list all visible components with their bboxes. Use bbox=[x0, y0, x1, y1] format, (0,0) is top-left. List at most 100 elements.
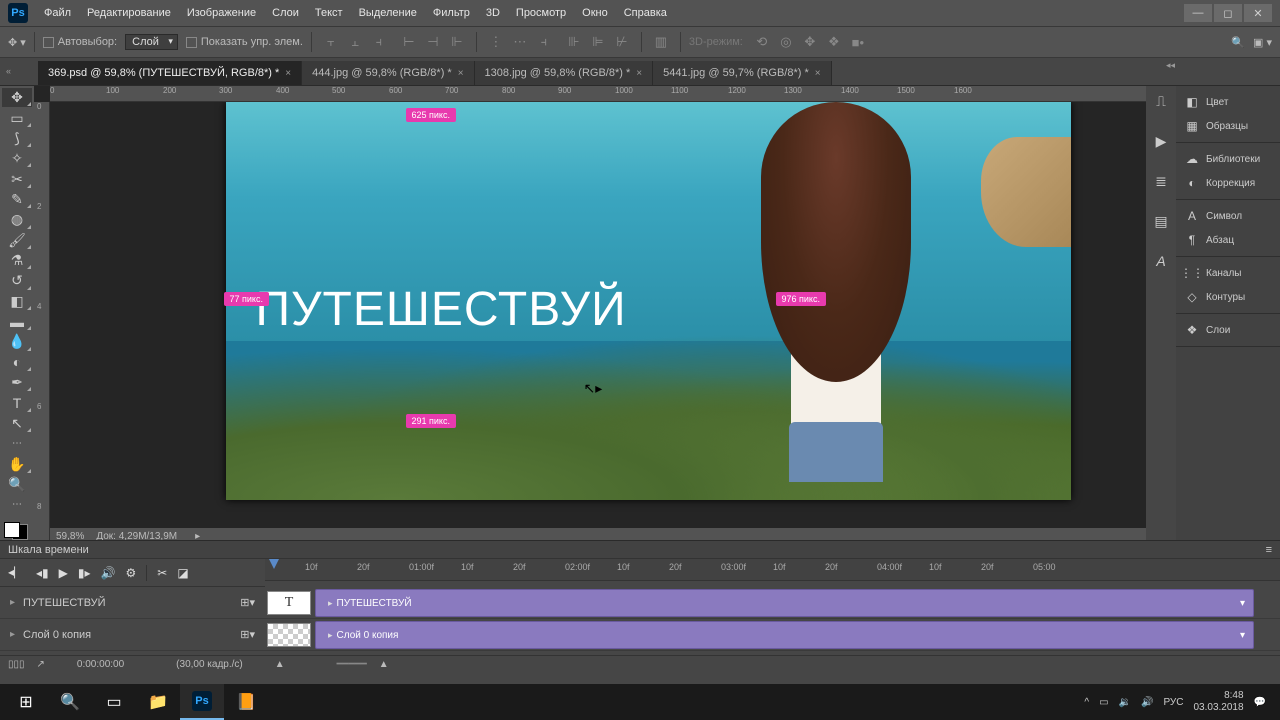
track-options-icon[interactable]: ⊞▾ bbox=[240, 596, 255, 609]
workspace-switcher-icon[interactable]: ▣ ▾ bbox=[1253, 36, 1272, 49]
footer-icon[interactable]: ▯▯▯ bbox=[8, 659, 25, 670]
export-icon[interactable]: ↗ bbox=[37, 659, 45, 670]
align-right-icon[interactable]: ⊩ bbox=[446, 31, 468, 53]
menu-Редактирование[interactable]: Редактирование bbox=[79, 4, 179, 22]
tray-up-icon[interactable]: ^ bbox=[1084, 697, 1089, 708]
document-tab[interactable]: 444.jpg @ 59,8% (RGB/8*) *× bbox=[302, 61, 474, 85]
powerpoint-icon[interactable]: 📙 bbox=[224, 684, 268, 720]
action-center-icon[interactable]: 💬 bbox=[1254, 697, 1266, 708]
styles-icon[interactable]: ▤ bbox=[1150, 210, 1172, 232]
crop-tool[interactable]: ✂ bbox=[2, 169, 32, 188]
mute-button[interactable]: 🔊 bbox=[101, 566, 116, 580]
distribute-6-icon[interactable]: ⊬ bbox=[611, 31, 633, 53]
next-frame-button[interactable]: ▮▸ bbox=[78, 566, 91, 580]
first-frame-button[interactable]: ◂⎸ bbox=[8, 565, 26, 580]
search-taskbar-icon[interactable]: 🔍 bbox=[48, 684, 92, 720]
menu-Выделение[interactable]: Выделение bbox=[351, 4, 425, 22]
panel-Коррекция[interactable]: ◐Коррекция bbox=[1176, 171, 1280, 195]
panel-Слои[interactable]: ❖Слои bbox=[1176, 318, 1280, 342]
panel-Контуры[interactable]: ◇Контуры bbox=[1176, 285, 1280, 309]
timeline-track[interactable]: ▸Слой 0 копия⊞▾▸Слой 0 копия▾+ bbox=[0, 619, 1280, 651]
gradient-tool[interactable]: ▬ bbox=[2, 312, 32, 331]
taskview-icon[interactable]: ▭ bbox=[92, 684, 136, 720]
lasso-tool[interactable]: ⟆ bbox=[2, 129, 32, 148]
eyedropper-tool[interactable]: ✎ bbox=[2, 190, 32, 209]
menu-Текст[interactable]: Текст bbox=[307, 4, 351, 22]
timeline-ruler[interactable]: 10f20f01:00f10f20f02:00f10f20f03:00f10f2… bbox=[265, 559, 1280, 581]
tab-close-icon[interactable]: × bbox=[285, 68, 291, 79]
timeline-clip[interactable]: ▸ПУТЕШЕСТВУЙ▾ bbox=[315, 589, 1254, 617]
photoshop-task-icon[interactable]: Ps bbox=[180, 684, 224, 720]
track-options-icon[interactable]: ⊞▾ bbox=[240, 628, 255, 641]
menu-Справка[interactable]: Справка bbox=[616, 4, 675, 22]
tab-close-icon[interactable]: × bbox=[636, 68, 642, 79]
maximize-button[interactable]: ◻ bbox=[1214, 4, 1242, 22]
prev-frame-button[interactable]: ◂▮ bbox=[36, 566, 49, 580]
dodge-tool[interactable]: ◐ bbox=[2, 353, 32, 372]
split-button[interactable]: ✂ bbox=[157, 566, 167, 580]
panel-menu-icon[interactable]: ≡ bbox=[1266, 544, 1272, 556]
explorer-icon[interactable]: 📁 bbox=[136, 684, 180, 720]
align-bottom-icon[interactable]: ⫞ bbox=[368, 31, 390, 53]
panel-Каналы[interactable]: ⋮⋮Каналы bbox=[1176, 261, 1280, 285]
expand-icon[interactable]: ▸ bbox=[10, 597, 15, 608]
align-hcenter-icon[interactable]: ⊣ bbox=[422, 31, 444, 53]
search-icon[interactable]: 🔍 bbox=[1231, 36, 1245, 49]
auto-align-icon[interactable]: ▥ bbox=[650, 31, 672, 53]
heal-tool[interactable]: ◍ bbox=[2, 210, 32, 229]
menu-Просмотр[interactable]: Просмотр bbox=[508, 4, 574, 22]
more-tools[interactable]: ⋯ bbox=[2, 495, 32, 514]
tab-close-icon[interactable]: × bbox=[815, 68, 821, 79]
panel-Абзац[interactable]: ¶Абзац bbox=[1176, 228, 1280, 252]
align-top-icon[interactable]: ⫟ bbox=[320, 31, 342, 53]
move-tool[interactable]: ✥ bbox=[2, 88, 32, 107]
zoom-in-icon[interactable]: ▲ bbox=[379, 659, 389, 670]
hand-tool[interactable]: ✋ bbox=[2, 454, 32, 473]
adjustments-icon[interactable]: ≣ bbox=[1150, 170, 1172, 192]
history-brush-tool[interactable]: ↺ bbox=[2, 271, 32, 290]
playhead[interactable] bbox=[269, 559, 279, 569]
clock[interactable]: 8:4803.03.2018 bbox=[1193, 690, 1243, 714]
play-button[interactable]: ▶ bbox=[59, 566, 68, 580]
pen-tool[interactable]: ✒ bbox=[2, 373, 32, 392]
battery-icon[interactable]: ▭ bbox=[1099, 697, 1108, 708]
menu-3D[interactable]: 3D bbox=[478, 4, 508, 22]
panel-Символ[interactable]: AСимвол bbox=[1176, 204, 1280, 228]
distribute-2-icon[interactable]: ⋯ bbox=[509, 31, 531, 53]
align-vcenter-icon[interactable]: ⫠ bbox=[344, 31, 366, 53]
panel-Образцы[interactable]: ▦Образцы bbox=[1176, 114, 1280, 138]
document-tab[interactable]: 5441.jpg @ 59,7% (RGB/8*) *× bbox=[653, 61, 832, 85]
start-button[interactable]: ⊞ bbox=[4, 684, 48, 720]
zoom-tool[interactable]: 🔍 bbox=[2, 475, 32, 494]
panel-collapse-icon[interactable]: ◂◂ bbox=[1166, 60, 1175, 71]
close-button[interactable]: ✕ bbox=[1244, 4, 1272, 22]
timeline-clip[interactable]: ▸Слой 0 копия▾ bbox=[315, 621, 1254, 649]
document-tab[interactable]: 1308.jpg @ 59,8% (RGB/8*) *× bbox=[475, 61, 654, 85]
expand-icon[interactable]: ▸ bbox=[10, 629, 15, 640]
autoselect-dropdown[interactable]: Слой bbox=[125, 34, 178, 50]
distribute-5-icon[interactable]: ⊫ bbox=[587, 31, 609, 53]
menu-Окно[interactable]: Окно bbox=[574, 4, 616, 22]
marquee-tool[interactable]: ▭ bbox=[2, 108, 32, 127]
distribute-4-icon[interactable]: ⊪ bbox=[563, 31, 585, 53]
minimize-button[interactable]: — bbox=[1184, 4, 1212, 22]
brush-tool[interactable]: 🖌 bbox=[2, 231, 32, 250]
settings-button[interactable]: ⚙ bbox=[126, 566, 137, 580]
tab-close-icon[interactable]: × bbox=[458, 68, 464, 79]
document-tab[interactable]: 369.psd @ 59,8% (ПУТЕШЕСТВУЙ, RGB/8*) *× bbox=[38, 61, 302, 85]
menu-Изображение[interactable]: Изображение bbox=[179, 4, 264, 22]
transition-button[interactable]: ◪ bbox=[177, 566, 188, 580]
blur-tool[interactable]: 💧 bbox=[2, 332, 32, 351]
menu-Фильтр[interactable]: Фильтр bbox=[425, 4, 478, 22]
stamp-tool[interactable]: ⚗ bbox=[2, 251, 32, 270]
type-tool[interactable]: T bbox=[2, 393, 32, 412]
color-swatches[interactable] bbox=[2, 520, 30, 543]
eraser-tool[interactable]: ◧ bbox=[2, 292, 32, 311]
glyphs-icon[interactable]: A bbox=[1150, 250, 1172, 272]
distribute-1-icon[interactable]: ⋮ bbox=[485, 31, 507, 53]
language-indicator[interactable]: РУС bbox=[1163, 697, 1183, 708]
menu-Слои[interactable]: Слои bbox=[264, 4, 307, 22]
show-controls-checkbox[interactable]: Показать упр. элем. bbox=[186, 36, 303, 48]
menu-Файл[interactable]: Файл bbox=[36, 4, 79, 22]
histogram-icon[interactable]: ⎍ bbox=[1150, 90, 1172, 112]
